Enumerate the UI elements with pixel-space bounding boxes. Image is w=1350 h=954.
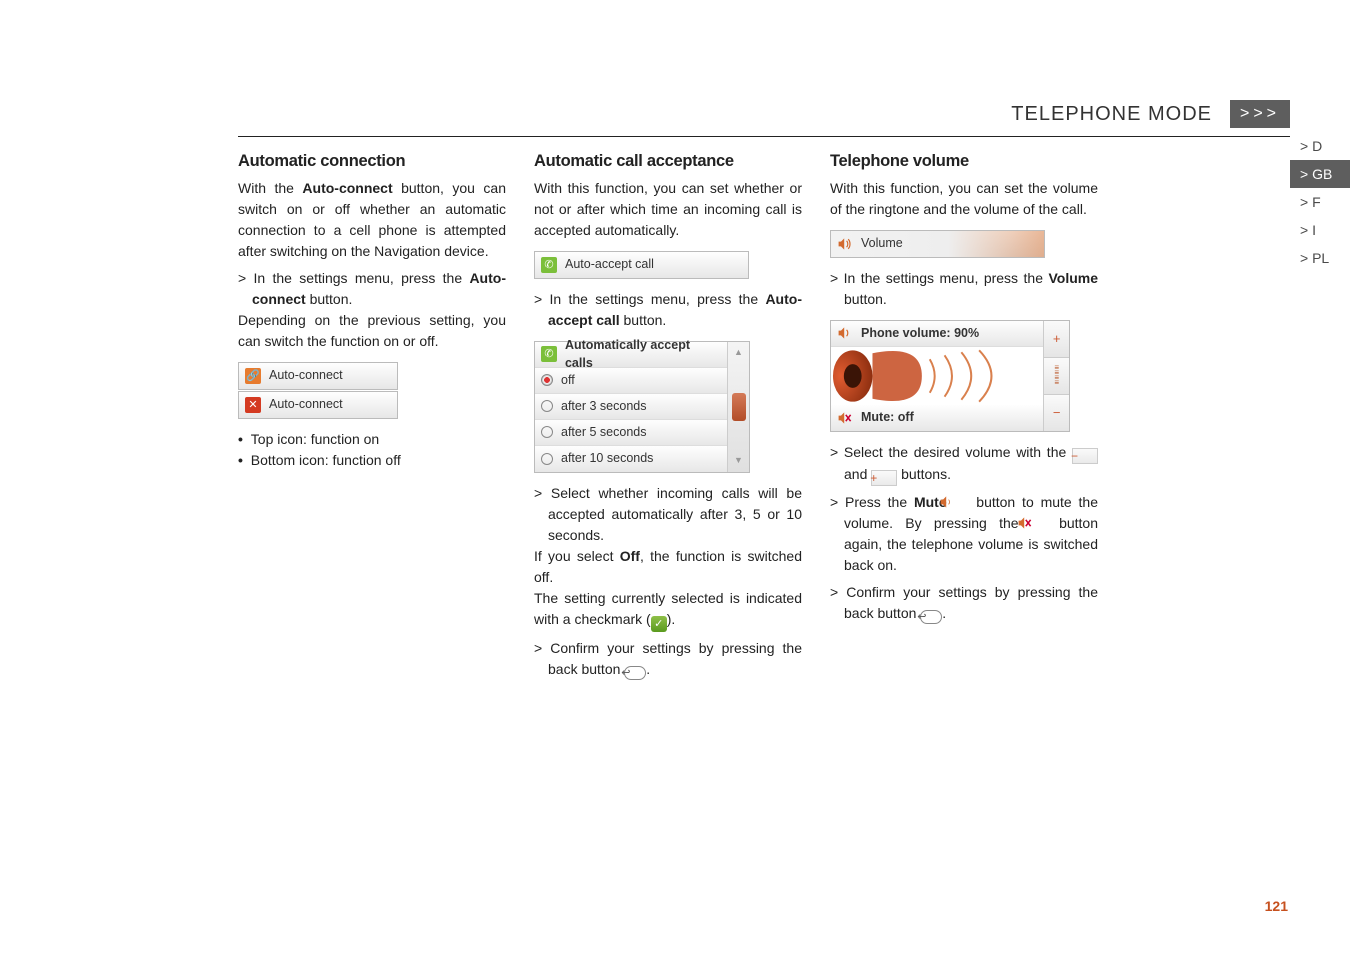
phone-accept-icon: ✆ (541, 257, 557, 273)
speaker-icon (837, 326, 853, 340)
scroll-thumb (732, 393, 746, 421)
mute-status: Mute: off (861, 408, 914, 427)
step: In the settings menu, press the Volume b… (830, 268, 1098, 310)
header-chevron-icon: >>> (1230, 100, 1290, 128)
divider (238, 136, 1290, 137)
auto-connect-on-icon: 🔗 (245, 368, 261, 384)
mock-auto-accept-list: ✆ Automatically accept calls off after 3… (534, 341, 750, 473)
heading-auto-call-accept: Automatic call acceptance (534, 149, 802, 174)
step: In the settings menu, press the Auto-con… (238, 268, 506, 310)
step: Confirm your settings by pressing the ba… (534, 638, 802, 680)
option-5s: after 5 seconds (561, 423, 646, 442)
option-off: off (561, 371, 575, 390)
back-button-icon: ↩ (920, 610, 942, 624)
mock-volume-panel: Phone volume: 90% (830, 320, 1070, 432)
volume-controls: + ≡≡≡≡ − (1043, 321, 1069, 431)
bullet-item: Top icon: function on (238, 429, 506, 450)
mute-inline-icon (953, 494, 969, 508)
speaker-illustration (831, 347, 1043, 405)
paragraph: With this function, you can set the volu… (830, 178, 1098, 220)
list-title: Automatically accept calls (565, 336, 721, 374)
scroll-down-icon: ▼ (734, 454, 743, 468)
mock-auto-connect-on: 🔗 Auto-connect (238, 362, 398, 390)
radio-icon (541, 400, 553, 412)
mock-auto-accept-bar: ✆ Auto-accept call (534, 251, 749, 279)
paragraph: If you select Off, the function is switc… (534, 546, 802, 588)
speaker-icon (837, 237, 853, 251)
volume-label: Volume (861, 234, 903, 253)
mute-x-inline-icon (1031, 515, 1047, 529)
paragraph: The setting currently selected is indica… (534, 588, 802, 632)
checkmark-icon: ✓ (651, 616, 667, 632)
tab-f[interactable]: > F (1290, 188, 1350, 216)
mute-icon (837, 411, 853, 425)
tab-d[interactable]: > D (1290, 132, 1350, 160)
step: Select whether incoming calls will be ac… (534, 483, 802, 546)
option-3s: after 3 seconds (561, 397, 646, 416)
auto-connect-off-icon: ✕ (245, 397, 261, 413)
volume-ticks: ≡≡≡≡ (1044, 358, 1069, 395)
auto-accept-label: Auto-accept call (565, 255, 654, 274)
scrollbar: ▲ ▼ (727, 342, 749, 472)
auto-connect-label: Auto-connect (269, 395, 343, 414)
back-button-icon: ↩ (624, 666, 646, 680)
volume-minus-button[interactable]: − (1044, 395, 1069, 431)
radio-icon (541, 426, 553, 438)
radio-icon (541, 453, 553, 465)
radio-on-icon (541, 374, 553, 386)
step: In the settings menu, press the Auto-acc… (534, 289, 802, 331)
bullet-item: Bottom icon: function off (238, 450, 506, 471)
language-tabs: > D > GB > F > I > PL (1290, 132, 1350, 272)
option-10s: after 10 seconds (561, 449, 653, 468)
tab-i[interactable]: > I (1290, 216, 1350, 244)
phone-volume-value: Phone volume: 90% (861, 324, 979, 343)
page-number: 121 (1265, 898, 1288, 914)
heading-telephone-volume: Telephone volume (830, 149, 1098, 174)
paragraph: With the Auto-connect button, you can sw… (238, 178, 506, 262)
page-title: TELEPHONE MODE (238, 103, 1230, 126)
tab-pl[interactable]: > PL (1290, 244, 1350, 272)
column-telephone-volume: Telephone volume With this function, you… (830, 149, 1098, 680)
column-auto-connection: Automatic connection With the Auto-conne… (238, 149, 506, 680)
plus-button-icon: + (871, 470, 897, 486)
auto-connect-label: Auto-connect (269, 366, 343, 385)
paragraph: Depending on the previous setting, you c… (238, 310, 506, 352)
paragraph: With this function, you can set whether … (534, 178, 802, 241)
scroll-up-icon: ▲ (734, 346, 743, 360)
column-auto-call-accept: Automatic call acceptance With this func… (534, 149, 802, 680)
step: Select the desired volume with the − and… (830, 442, 1098, 486)
heading-auto-connection: Automatic connection (238, 149, 506, 174)
step: Confirm your settings by pressing the ba… (830, 582, 1098, 624)
step: Press the Mute button to mute the volume… (830, 492, 1098, 576)
mock-auto-connect-off: ✕ Auto-connect (238, 391, 398, 419)
volume-plus-button[interactable]: + (1044, 321, 1069, 358)
list-title-icon: ✆ (541, 346, 557, 362)
minus-button-icon: − (1072, 448, 1098, 464)
tab-gb[interactable]: > GB (1290, 160, 1350, 188)
